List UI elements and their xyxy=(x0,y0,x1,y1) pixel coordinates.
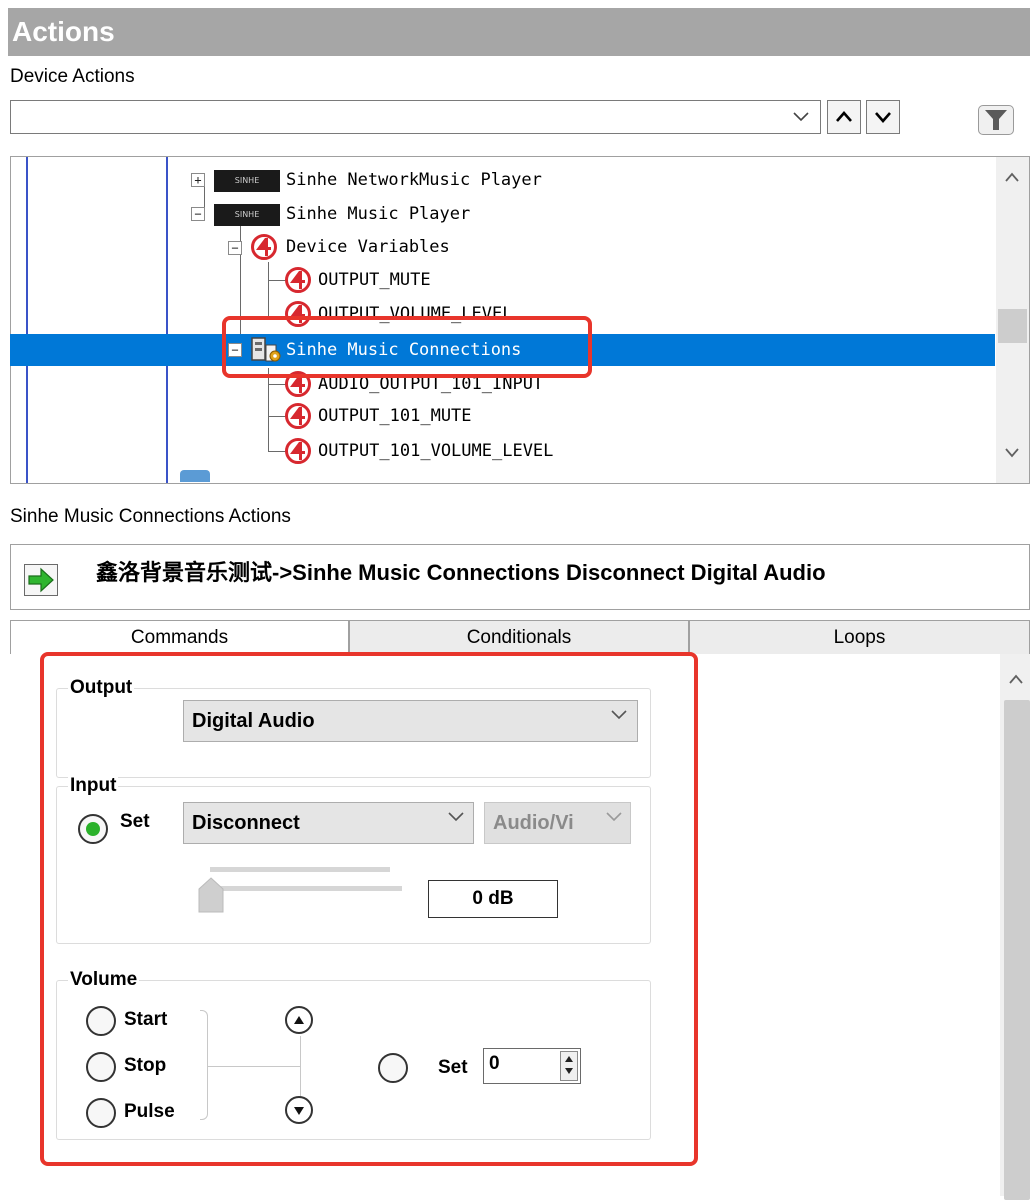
funnel-icon xyxy=(985,110,1007,130)
control4-icon xyxy=(285,438,311,464)
filter-button[interactable] xyxy=(978,105,1014,135)
highlight-box xyxy=(222,316,592,378)
tree-item-output-mute[interactable]: OUTPUT_MUTE xyxy=(318,270,431,290)
tree-item-device-variables[interactable]: Device Variables xyxy=(286,237,450,257)
collapse-icon[interactable]: − xyxy=(191,207,205,221)
tree-item-output-101-volume-level[interactable]: OUTPUT_101_VOLUME_LEVEL xyxy=(318,441,553,461)
partial-row-icon xyxy=(180,470,210,482)
chevron-down-icon xyxy=(875,112,891,123)
arrow-right-icon[interactable] xyxy=(24,564,58,596)
tab-loops[interactable]: Loops xyxy=(689,620,1030,654)
tab-commands[interactable]: Commands xyxy=(10,620,349,654)
tree-item-output-101-mute[interactable]: OUTPUT_101_MUTE xyxy=(318,406,472,426)
control4-icon xyxy=(251,234,277,260)
device-logo-icon: SINHE xyxy=(214,204,280,226)
tree-guide-line xyxy=(26,157,28,483)
section-label: Device Actions xyxy=(10,66,135,87)
panel-scroll-thumb[interactable] xyxy=(1004,700,1030,1200)
actions-label: Sinhe Music Connections Actions xyxy=(10,506,291,527)
tree-item-music-player[interactable]: Sinhe Music Player xyxy=(286,204,470,224)
chevron-down-icon[interactable] xyxy=(790,106,812,128)
tree-connector xyxy=(268,368,269,452)
control4-icon xyxy=(285,403,311,429)
scroll-up-icon[interactable] xyxy=(1008,672,1024,690)
nav-up-button[interactable] xyxy=(827,100,861,134)
expand-icon[interactable]: + xyxy=(191,173,205,187)
tree-scroll-thumb[interactable] xyxy=(998,309,1027,343)
tree-guide-line xyxy=(166,157,168,483)
command-description: 鑫洛背景音乐测试->Sinhe Music Connections Discon… xyxy=(96,560,826,585)
device-logo-icon: SINHE xyxy=(214,170,280,192)
tree-connector xyxy=(268,262,269,318)
scroll-up-icon[interactable] xyxy=(1004,170,1020,188)
chevron-up-icon xyxy=(836,111,852,122)
tree-item-network-music-player[interactable]: Sinhe NetworkMusic Player xyxy=(286,170,542,190)
filter-combobox[interactable] xyxy=(10,100,821,134)
panel-header: Actions xyxy=(8,8,1030,56)
scroll-down-icon[interactable] xyxy=(1004,446,1020,464)
nav-down-button[interactable] xyxy=(866,100,900,134)
tab-conditionals[interactable]: Conditionals xyxy=(349,620,689,654)
control4-icon xyxy=(285,267,311,293)
collapse-icon[interactable]: − xyxy=(228,241,242,255)
highlight-box xyxy=(40,652,698,1166)
